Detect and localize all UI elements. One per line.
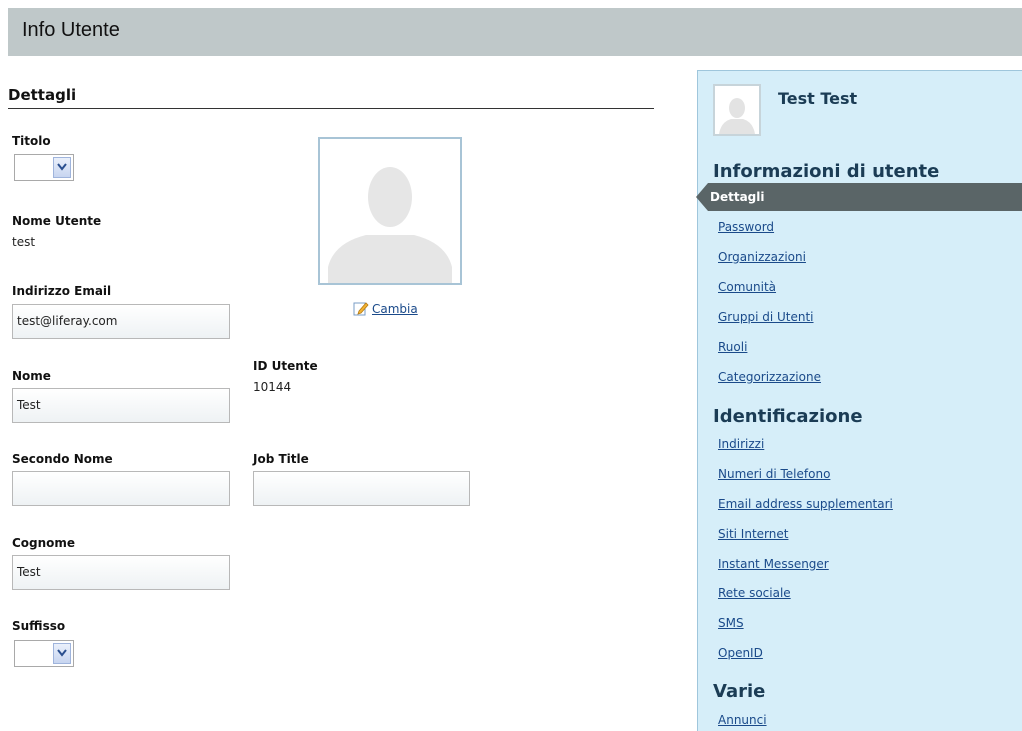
sidebar-item-instant-messenger[interactable]: Instant Messenger: [718, 557, 829, 571]
sidebar-item-indirizzi[interactable]: Indirizzi: [718, 437, 764, 451]
cognome-field[interactable]: Test: [12, 555, 230, 590]
sidebar-item-comunita[interactable]: Comunità: [718, 280, 776, 294]
sidebar-item-email-supplementari[interactable]: Email address supplementari: [718, 497, 893, 511]
titolo-label: Titolo: [12, 134, 51, 148]
chevron-down-icon: [53, 643, 71, 664]
change-photo-label: Cambia: [372, 302, 418, 316]
sidebar-item-numeri-telefono[interactable]: Numeri di Telefono: [718, 467, 830, 481]
sidebar-item-ruoli[interactable]: Ruoli: [718, 340, 747, 354]
nome-utente-label: Nome Utente: [12, 214, 102, 228]
nome-field[interactable]: Test: [12, 388, 230, 423]
page-header: Info Utente: [8, 8, 1022, 56]
nome-utente-value: test: [12, 235, 36, 249]
email-field[interactable]: test@liferay.com: [12, 304, 230, 339]
id-utente-label: ID Utente: [253, 359, 318, 373]
user-placeholder-icon: [719, 98, 755, 134]
id-utente-value: 10144: [253, 380, 292, 394]
sidebar-item-dettagli[interactable]: Dettagli: [696, 183, 1022, 211]
section-title-dettagli: Dettagli: [8, 86, 77, 104]
user-placeholder-icon: [320, 139, 460, 283]
sidebar-item-categorizzazione[interactable]: Categorizzazione: [718, 370, 821, 384]
suffisso-label: Suffisso: [12, 619, 66, 633]
suffisso-select[interactable]: [14, 640, 74, 667]
chevron-down-icon: [53, 157, 71, 178]
sidebar-item-password[interactable]: Password: [718, 220, 774, 234]
sidebar-user-name: Test Test: [778, 89, 858, 108]
user-sidebar: Test Test Informazioni di utente Dettagl…: [696, 70, 1022, 731]
sidebar-item-annunci[interactable]: Annunci: [718, 713, 767, 727]
change-photo-link[interactable]: Cambia: [353, 300, 418, 319]
section-divider: [8, 108, 654, 109]
job-title-label: Job Title: [253, 452, 309, 466]
cognome-label: Cognome: [12, 536, 76, 550]
email-label: Indirizzo Email: [12, 284, 112, 298]
page-title: Info Utente: [22, 19, 120, 41]
sidebar-item-gruppi-utenti[interactable]: Gruppi di Utenti: [718, 310, 814, 324]
sidebar-heading-varie: Varie: [713, 681, 766, 702]
pencil-icon: [353, 300, 369, 319]
user-portrait: [318, 137, 462, 285]
sidebar-heading-informazioni: Informazioni di utente: [713, 161, 940, 182]
titolo-select[interactable]: [14, 154, 74, 181]
sidebar-item-rete-sociale[interactable]: Rete sociale: [718, 586, 791, 600]
sidebar-item-openid[interactable]: OpenID: [718, 646, 763, 660]
sidebar-item-sms[interactable]: SMS: [718, 616, 744, 630]
secondo-nome-field[interactable]: [12, 471, 230, 506]
sidebar-item-organizzazioni[interactable]: Organizzazioni: [718, 250, 806, 264]
sidebar-item-siti-internet[interactable]: Siti Internet: [718, 527, 788, 541]
sidebar-heading-identificazione: Identificazione: [713, 406, 863, 427]
nome-label: Nome: [12, 369, 51, 383]
secondo-nome-label: Secondo Nome: [12, 452, 113, 466]
job-title-field[interactable]: [253, 471, 470, 506]
sidebar-avatar: [713, 84, 761, 136]
